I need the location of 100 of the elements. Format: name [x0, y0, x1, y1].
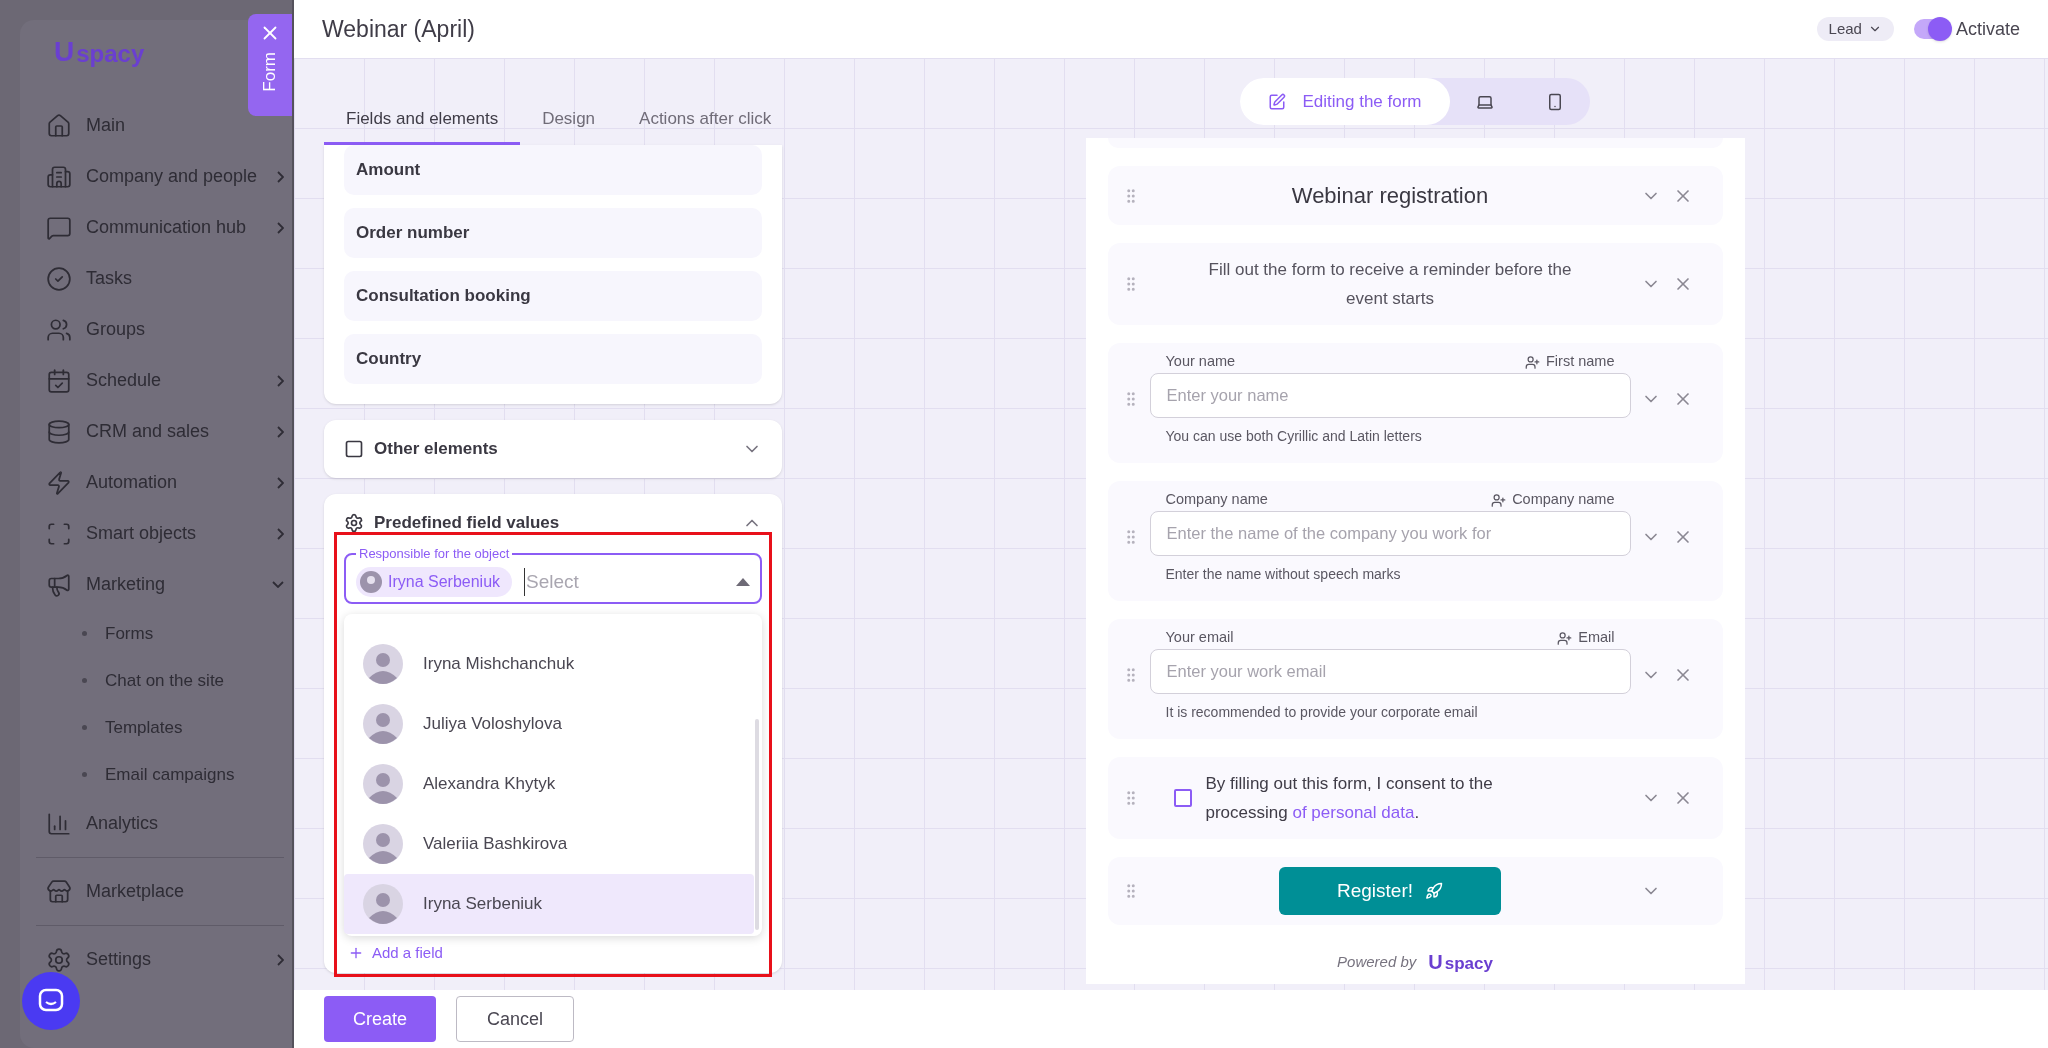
settings-icon [344, 513, 364, 533]
bullet-icon [82, 772, 87, 777]
chat-icon [46, 214, 72, 241]
rocket-icon [1425, 882, 1443, 900]
sidebar-item[interactable]: Groups [36, 304, 156, 355]
dropdown-option[interactable]: Alexandra Khytyk [344, 754, 754, 814]
entity-type-dropdown[interactable]: Lead [1816, 17, 1894, 41]
avatar [363, 704, 403, 744]
field-item[interactable]: Country [344, 334, 762, 384]
avatar [363, 764, 403, 804]
store-icon [46, 878, 72, 905]
lightning-icon [46, 469, 72, 496]
input-field[interactable]: Enter your name [1149, 373, 1631, 418]
edit-icon [1268, 92, 1287, 111]
chevron-right-icon [277, 953, 284, 966]
frame-icon [344, 439, 364, 459]
sidebar-item[interactable]: Main [36, 100, 135, 151]
select-placeholder: Select [524, 567, 724, 597]
sidebar-item[interactable]: Schedule [36, 355, 284, 406]
chevron-right-icon [277, 476, 284, 489]
person-chip[interactable]: Iryna Serbeniuk [356, 567, 513, 597]
field-mapping: Company name [1512, 490, 1615, 510]
chevron-right-icon [277, 221, 284, 234]
activate-toggle[interactable] [1913, 19, 1950, 39]
dropdown-option[interactable]: Valeriia Bashkirova [344, 814, 754, 874]
avatar [360, 571, 382, 593]
field-item[interactable]: Consultation booking [344, 271, 762, 321]
logo-mark: U [1428, 952, 1443, 973]
calendar-icon [46, 367, 72, 394]
sidebar-item[interactable]: CRM and sales [36, 406, 284, 457]
field-item[interactable]: Order number [344, 208, 762, 258]
chevron-right-icon [277, 170, 284, 183]
house-icon [46, 112, 72, 139]
building-icon [46, 163, 72, 190]
avatar [363, 884, 403, 924]
create-button[interactable]: Create [324, 996, 436, 1042]
add-field-link[interactable]: Add a field [372, 942, 443, 965]
page-title: Webinar (April) [322, 14, 476, 44]
dropdown-option[interactable]: Juliya Voloshylova [344, 694, 754, 754]
sidebar-item[interactable]: Settings [36, 934, 284, 985]
field-mapping: Email [1578, 628, 1615, 648]
logo-text: spacy [1444, 955, 1493, 973]
chevron-right-icon [277, 425, 284, 438]
sidebar-item[interactable]: Marketing [36, 559, 284, 610]
field-mapping: First name [1546, 352, 1615, 372]
logo-mark: U [54, 38, 75, 66]
sidebar-item[interactable]: Marketplace [36, 866, 195, 917]
chevron-right-icon [277, 374, 284, 387]
tab[interactable]: Actions after click [617, 95, 794, 145]
sidebar-item[interactable]: Tasks [36, 253, 142, 304]
submenu-item[interactable]: Templates [36, 704, 284, 751]
dropdown-option[interactable]: Iryna Serbeniuk [344, 874, 754, 934]
chevron-right-icon [277, 527, 284, 540]
chart-icon [46, 810, 72, 837]
input-field[interactable]: Enter the name of the company you work for [1149, 511, 1631, 556]
personal-data-link[interactable]: of personal data [1292, 803, 1415, 822]
users-icon [46, 316, 72, 343]
powered-by-text: Powered by [1337, 952, 1417, 972]
sidebar-item[interactable]: Analytics [36, 798, 169, 849]
sidebar-item[interactable]: Communication hub [36, 202, 284, 253]
avatar [363, 644, 403, 684]
scrollbar-thumb[interactable] [755, 719, 759, 930]
form-description: Fill out the form to receive a reminder before the event starts [1207, 259, 1573, 310]
check-circle-icon [46, 265, 72, 292]
responsible-select[interactable]: Responsible for the object Iryna Serbeniuk Select [344, 546, 762, 604]
user-icon [1491, 492, 1507, 508]
consent-text: By filling out this form, I consent to the processing of personal data. [1205, 773, 1494, 824]
field-label: Your email [1165, 628, 1234, 648]
chat-icon [38, 988, 64, 1014]
activate-label: Activate [1955, 17, 2020, 41]
sidebar-item[interactable]: Company and people [36, 151, 284, 202]
form-title: Webinar registration [1290, 182, 1490, 210]
view-tab[interactable]: Editing the form [1240, 78, 1450, 125]
logo-text: spacy [76, 42, 145, 66]
section-header[interactable]: Other elements [344, 420, 762, 478]
submenu-item[interactable]: Forms [36, 610, 284, 657]
user-icon [1525, 354, 1540, 370]
megaphone-icon [46, 571, 72, 598]
register-button[interactable]: Register! [1279, 867, 1501, 915]
field-item[interactable]: Amount [344, 145, 762, 195]
field-hint: Enter the name without speech marks [1164, 565, 1402, 584]
field-label: Responsible for the object [358, 546, 511, 562]
sidebar-item[interactable]: Smart objects [36, 508, 284, 559]
cancel-button[interactable]: Cancel [456, 996, 574, 1042]
field-label: Your name [1165, 352, 1236, 372]
field-label: Company name [1165, 490, 1268, 510]
bullet-icon [82, 725, 87, 730]
sidebar-item[interactable]: Automation [36, 457, 284, 508]
settings-icon [46, 946, 72, 973]
form-panel-tab[interactable]: Form [248, 14, 292, 116]
input-field[interactable]: Enter your work email [1149, 649, 1631, 694]
field-hint: You can use both Cyrillic and Latin letters [1164, 427, 1423, 446]
tab[interactable]: Design [520, 95, 618, 145]
submenu-item[interactable]: Email campaigns [36, 751, 284, 798]
dropdown-option[interactable]: Iryna Mishchanchuk [344, 634, 754, 694]
chevron-down-icon [272, 581, 284, 588]
submenu-item[interactable]: Chat on the site [36, 657, 284, 704]
avatar [363, 824, 403, 864]
checkbox[interactable] [1173, 789, 1192, 807]
field-hint: It is recommended to provide your corporate email [1164, 703, 1479, 722]
